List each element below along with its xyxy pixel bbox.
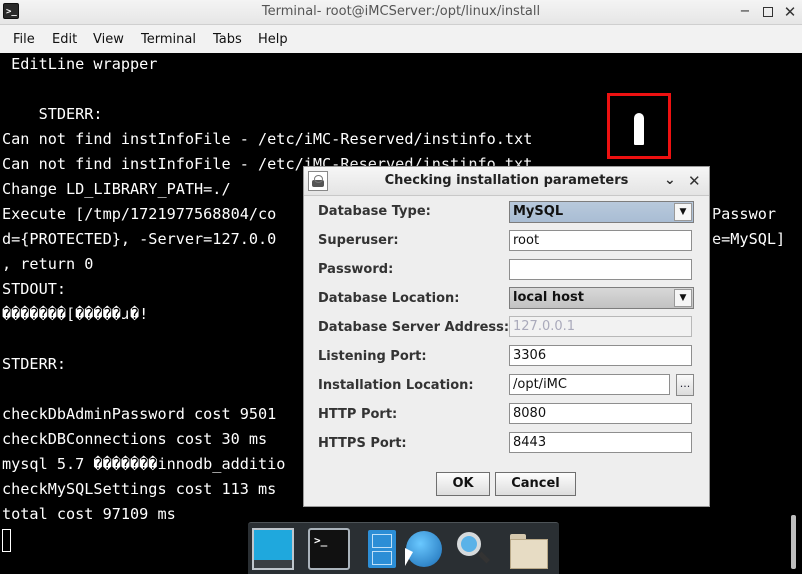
database-type-value: MySQL <box>513 204 564 219</box>
terminal-line: STDERR: <box>2 355 67 373</box>
close-button[interactable]: ✕ <box>780 3 800 21</box>
chevron-down-icon[interactable]: ▼ <box>674 203 692 221</box>
terminal-line: total cost 97109 ms <box>2 505 176 523</box>
file-cabinet-icon[interactable] <box>361 528 403 570</box>
window-title-bar: >_ Terminal- root@iMCServer:/opt/linux/i… <box>0 0 802 25</box>
terminal-line-fragment: e=MySQL] <box>712 230 786 248</box>
terminal-line: Can not find instInfoFile - /etc/iMC-Res… <box>2 130 533 148</box>
menu-help[interactable]: Help <box>258 32 288 47</box>
database-location-value: local host <box>513 290 584 305</box>
menu-edit[interactable]: Edit <box>52 32 77 47</box>
dialog-title-bar: Checking installation parameters ⌄ ✕ <box>304 167 709 196</box>
desktop-icon[interactable] <box>252 528 294 570</box>
menu-file[interactable]: File <box>13 32 35 47</box>
terminal-line: STDOUT: <box>2 280 67 298</box>
menu-view[interactable]: View <box>93 32 124 47</box>
superuser-field[interactable]: root <box>509 230 692 251</box>
https-port-field[interactable]: 8443 <box>509 432 692 453</box>
terminal-line: checkDbAdminPassword cost 9501 <box>2 405 277 423</box>
dialog-close-button[interactable]: ✕ <box>688 172 701 190</box>
terminal-icon[interactable]: >_ <box>308 528 350 570</box>
search-icon[interactable] <box>452 528 494 570</box>
menu-terminal[interactable]: Terminal <box>141 32 196 47</box>
installation-location-label: Installation Location: <box>318 378 474 393</box>
terminal-line: checkDBConnections cost 30 ms <box>2 430 268 448</box>
dialog-title: Checking installation parameters <box>384 173 629 188</box>
database-server-address-label: Database Server Address: <box>318 320 510 335</box>
checking-installation-parameters-dialog: Checking installation parameters ⌄ ✕ Dat… <box>303 166 710 507</box>
folder-icon[interactable] <box>507 528 549 570</box>
terminal-line: d={PROTECTED}, -Server=127.0.0 <box>2 230 277 248</box>
terminal-line: Change LD_LIBRARY_PATH=./ <box>2 180 231 198</box>
http-port-field[interactable]: 8080 <box>509 403 692 424</box>
terminal-line: Execute [/tmp/1721977568804/co <box>2 205 277 223</box>
menu-bar: File Edit View Terminal Tabs Help <box>0 25 802 54</box>
ok-button[interactable]: OK <box>436 472 490 496</box>
web-browser-icon[interactable] <box>403 528 445 570</box>
http-port-label: HTTP Port: <box>318 407 398 422</box>
database-location-select[interactable]: local host ▼ <box>509 287 694 309</box>
maximize-button[interactable] <box>758 3 778 21</box>
https-port-label: HTTPS Port: <box>318 436 407 451</box>
terminal-scrollbar[interactable] <box>791 515 796 569</box>
database-type-label: Database Type: <box>318 204 431 219</box>
minimize-button[interactable]: − <box>735 3 755 21</box>
terminal-cursor <box>2 529 11 552</box>
dialog-minimize-button[interactable]: ⌄ <box>664 172 676 188</box>
password-label: Password: <box>318 262 394 277</box>
maximize-icon <box>763 7 773 17</box>
terminal-line: STDERR: <box>2 105 103 123</box>
text-cursor-glyph <box>634 113 644 145</box>
superuser-label: Superuser: <box>318 233 399 248</box>
terminal-line: , return 0 <box>2 255 94 273</box>
database-type-select[interactable]: MySQL ▼ <box>509 201 694 223</box>
chevron-down-icon[interactable]: ▼ <box>674 289 692 307</box>
taskbar-dock: >_ <box>248 522 559 574</box>
listening-port-field[interactable]: 3306 <box>509 345 692 366</box>
terminal-line: �������[�����ɹ�! <box>2 305 149 323</box>
installation-location-field[interactable]: /opt/iMC <box>509 374 670 395</box>
password-field[interactable] <box>509 259 692 280</box>
terminal-line-fragment: Passwor <box>712 205 777 223</box>
database-location-label: Database Location: <box>318 291 460 306</box>
browse-button[interactable]: ... <box>676 374 694 396</box>
menu-tabs[interactable]: Tabs <box>213 32 242 47</box>
database-server-address-field: 127.0.0.1 <box>509 316 692 337</box>
terminal-line: checkMySQLSettings cost 113 ms <box>2 480 277 498</box>
terminal-line: EditLine wrapper <box>2 55 158 73</box>
window-title: Terminal- root@iMCServer:/opt/linux/inst… <box>261 4 541 19</box>
terminal-line: mysql 5.7 �������innodb_additio <box>2 455 286 473</box>
cancel-button[interactable]: Cancel <box>495 472 576 496</box>
listening-port-label: Listening Port: <box>318 349 427 364</box>
